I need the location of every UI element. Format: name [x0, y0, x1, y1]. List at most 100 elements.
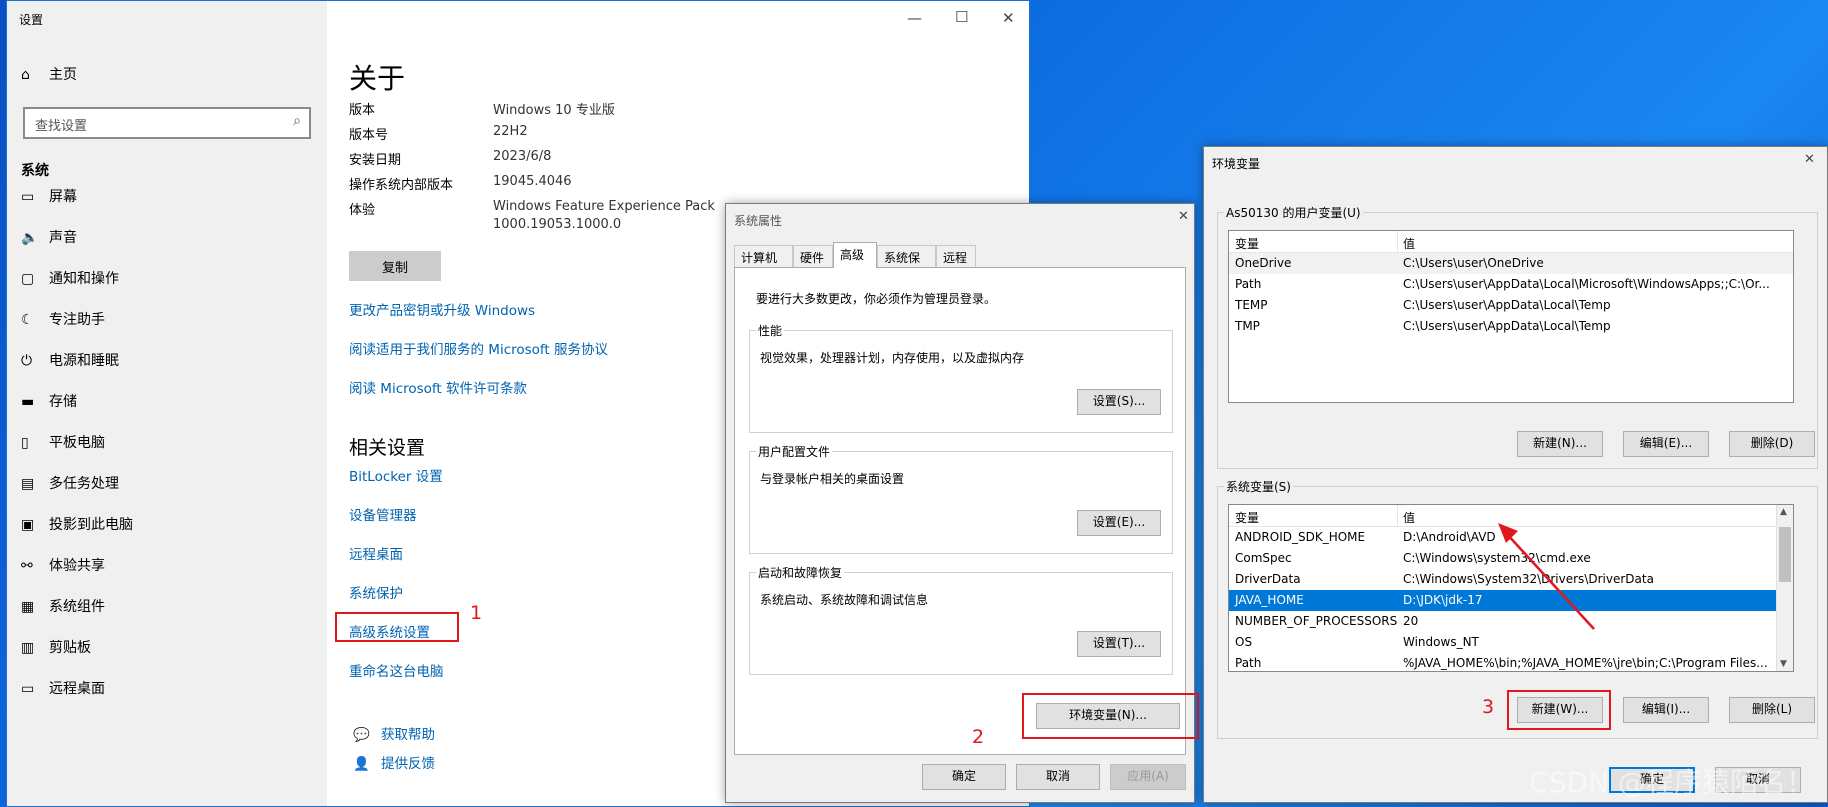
variable-name: OS	[1235, 635, 1253, 649]
spec-label: 体验	[349, 203, 376, 218]
nav-home[interactable]: ⌂ 主页	[21, 64, 301, 90]
highlight-box-3	[1507, 690, 1611, 730]
tab-system-protection[interactable]: 系统保护	[877, 245, 936, 282]
notification-icon: ▢	[21, 271, 35, 287]
table-row[interactable]: TEMP C:\Users\user\AppData\Local\Temp	[1229, 295, 1793, 316]
spec-value: 22H2	[493, 124, 528, 139]
tab-remote[interactable]: 远程	[936, 245, 976, 267]
related-link[interactable]: 设备管理器	[349, 504, 417, 524]
sidebar-item-12[interactable]: ▭ 远程桌面	[21, 678, 301, 704]
search-input[interactable]: 查找设置 ⌕	[23, 107, 311, 139]
variable-value: %JAVA_HOME%\bin;%JAVA_HOME%\jre\bin;C:\P…	[1403, 656, 1768, 670]
scroll-down-icon[interactable]: ▼	[1780, 659, 1787, 669]
spec-value-line2: 1000.19053.1000.0	[493, 217, 622, 232]
user-new-button[interactable]: 新建(N)...	[1517, 431, 1603, 457]
sidebar-item-7[interactable]: ▤ 多任务处理	[21, 473, 301, 499]
table-row[interactable]: Path C:\Users\user\AppData\Local\Microsof…	[1229, 274, 1793, 295]
scroll-thumb[interactable]	[1779, 527, 1791, 582]
minimize-button[interactable]: —	[907, 9, 922, 27]
help-link[interactable]: 💬 获取帮助	[353, 723, 435, 743]
user-variables-list[interactable]: 变量 值 OneDrive C:\Users\user\OneDrive Path C…	[1228, 230, 1794, 403]
group-description: 与登录帐户相关的桌面设置	[760, 472, 905, 486]
sidebar-item-1[interactable]: 🔈 声音	[21, 227, 301, 253]
tab-hardware[interactable]: 硬件	[793, 245, 833, 267]
column-variable[interactable]: 变量	[1235, 235, 1259, 252]
table-row[interactable]: OneDrive C:\Users\user\OneDrive	[1229, 253, 1793, 274]
spec-value: 19045.4046	[493, 174, 572, 189]
related-settings-heading: 相关设置	[349, 437, 426, 459]
apply-button[interactable]: 应用(A)	[1110, 764, 1186, 790]
ok-button[interactable]: 确定	[922, 764, 1006, 790]
related-link[interactable]: BitLocker 设置	[349, 465, 443, 485]
spec-label: 版本号	[349, 128, 389, 143]
table-row[interactable]: Path %JAVA_HOME%\bin;%JAVA_HOME%\jre\bin;…	[1229, 653, 1793, 671]
variable-value: C:\Users\user\AppData\Local\Temp	[1403, 319, 1611, 333]
help-link[interactable]: 👤 提供反馈	[353, 752, 435, 772]
window-title: 设置	[19, 13, 44, 27]
dialog-title: 系统属性	[734, 214, 783, 228]
sidebar-item-8[interactable]: ▣ 投影到此电脑	[21, 514, 301, 540]
help-link-label: 获取帮助	[381, 727, 435, 743]
variable-name: NUMBER_OF_PROCESSORS	[1235, 614, 1398, 628]
sidebar-item-label: 电源和睡眠	[49, 353, 119, 369]
related-link[interactable]: 系统保护	[349, 582, 403, 602]
close-button[interactable]: ✕	[1002, 9, 1015, 27]
user-edit-button[interactable]: 编辑(E)...	[1623, 431, 1709, 457]
power-icon: ⏻	[21, 353, 33, 369]
sidebar-item-5[interactable]: ▬ 存储	[21, 391, 301, 417]
performance-settings-button[interactable]: 设置(S)...	[1077, 389, 1161, 415]
column-value[interactable]: 值	[1403, 509, 1415, 526]
admin-notice: 要进行大多数更改，你必须作为管理员登录。	[756, 292, 997, 306]
info-link[interactable]: 阅读 Microsoft 软件许可条款	[349, 377, 527, 397]
sidebar-item-label: 屏幕	[49, 189, 77, 205]
group-title: 用户配置文件	[756, 443, 833, 460]
user-delete-button[interactable]: 删除(D)	[1729, 431, 1815, 457]
help-icon: 💬	[353, 727, 370, 743]
variable-value: Windows_NT	[1403, 635, 1479, 649]
list-header: 变量 值	[1229, 231, 1793, 253]
user-profiles-settings-button[interactable]: 设置(E)...	[1077, 510, 1161, 536]
sidebar-item-9[interactable]: ⚯ 体验共享	[21, 555, 301, 581]
variable-name: ANDROID_SDK_HOME	[1235, 530, 1366, 544]
copy-button[interactable]: 复制	[349, 251, 441, 281]
tab-advanced[interactable]: 高级	[833, 242, 877, 268]
sidebar-item-6[interactable]: ▯ 平板电脑	[21, 432, 301, 458]
column-value[interactable]: 值	[1403, 235, 1415, 252]
spec-value: 2023/6/8	[493, 149, 552, 164]
startup-recovery-settings-button[interactable]: 设置(T)...	[1077, 631, 1161, 657]
column-variable[interactable]: 变量	[1235, 509, 1259, 526]
sidebar-item-4[interactable]: ⏻ 电源和睡眠	[21, 350, 301, 376]
scroll-up-icon[interactable]: ▲	[1780, 507, 1787, 517]
sidebar-item-2[interactable]: ▢ 通知和操作	[21, 268, 301, 294]
advanced-tab-panel: 要进行大多数更改，你必须作为管理员登录。 性能 视觉效果，处理器计划，内存使用，…	[734, 267, 1199, 755]
related-link[interactable]: 重命名这台电脑	[349, 660, 444, 680]
maximize-button[interactable]: ☐	[955, 8, 968, 26]
sidebar-item-10[interactable]: ▦ 系统组件	[21, 596, 301, 622]
step-3-label: 3	[1482, 696, 1495, 718]
sidebar-item-label: 投影到此电脑	[49, 517, 133, 533]
search-icon: ⌕	[293, 113, 301, 129]
help-link-label: 提供反馈	[381, 756, 435, 772]
table-row[interactable]: TMP C:\Users\user\AppData\Local\Temp	[1229, 316, 1793, 337]
share-icon: ⚯	[21, 558, 33, 574]
sidebar-item-label: 多任务处理	[49, 476, 119, 492]
project-icon: ▣	[21, 517, 35, 533]
system-variables-label: 系统变量(S)	[1224, 478, 1293, 495]
close-button[interactable]: ✕	[1804, 152, 1815, 167]
group-title: 性能	[756, 322, 785, 339]
info-link[interactable]: 更改产品密钥或升级 Windows	[349, 299, 535, 319]
close-button[interactable]: ✕	[1178, 209, 1189, 224]
tab-computer-name[interactable]: 计算机名	[734, 245, 793, 282]
sidebar-item-0[interactable]: ▭ 屏幕	[21, 186, 301, 212]
related-link[interactable]: 远程桌面	[349, 543, 403, 563]
cancel-button[interactable]: 取消	[1016, 764, 1100, 790]
sidebar-item-3[interactable]: ☾ 专注助手	[21, 309, 301, 335]
system-edit-button[interactable]: 编辑(I)...	[1623, 697, 1709, 723]
system-delete-button[interactable]: 删除(L)	[1729, 697, 1815, 723]
info-link[interactable]: 阅读适用于我们服务的 Microsoft 服务协议	[349, 338, 608, 358]
annotation-arrow	[1498, 523, 1595, 630]
sidebar-item-11[interactable]: ▥ 剪贴板	[21, 637, 301, 663]
variable-name: Path	[1235, 277, 1262, 291]
storage-icon: ▬	[21, 394, 35, 410]
vertical-scrollbar[interactable]: ▲ ▼	[1776, 505, 1793, 671]
